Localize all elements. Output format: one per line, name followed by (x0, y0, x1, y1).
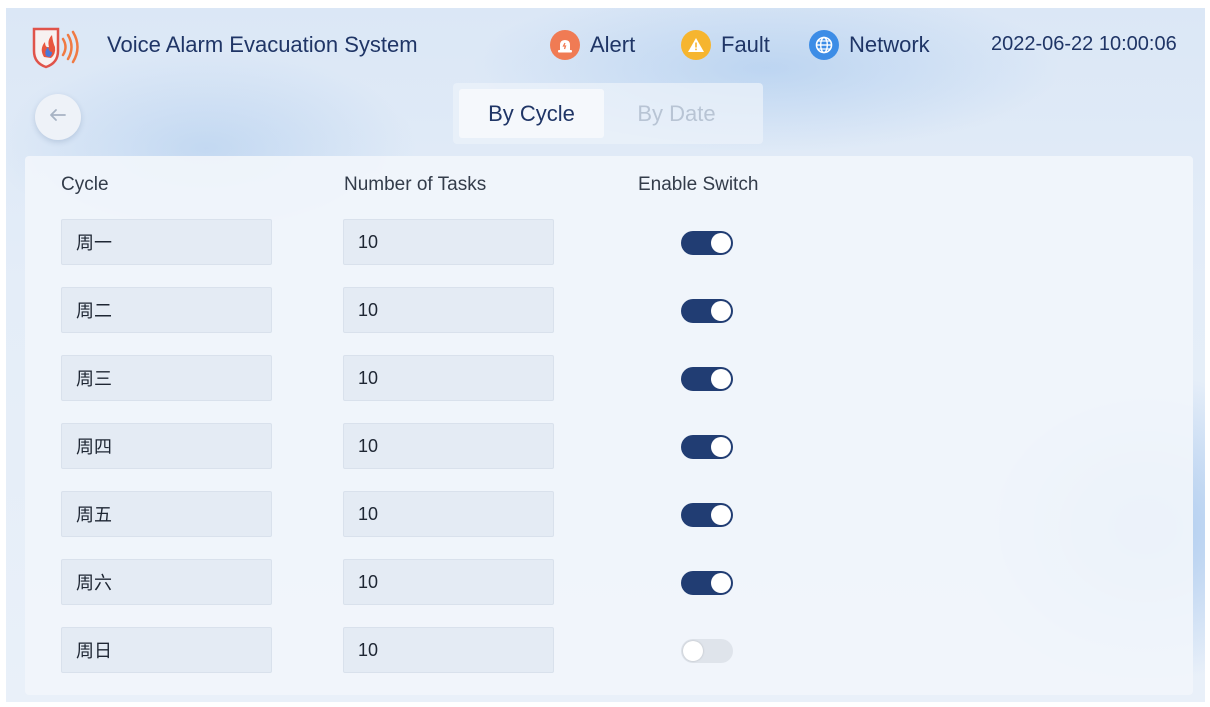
toggle-knob (711, 301, 731, 321)
schedule-table: Cycle Number of Tasks Enable Switch 周一 1… (25, 156, 1193, 695)
table-row: 周六 10 (25, 559, 1193, 605)
tasks-field[interactable]: 10 (343, 287, 554, 333)
table-row: 周四 10 (25, 423, 1193, 469)
tasks-field[interactable]: 10 (343, 219, 554, 265)
header: Voice Alarm Evacuation System Alert Faul… (6, 8, 1205, 88)
table-row: 周三 10 (25, 355, 1193, 401)
table-row: 周二 10 (25, 287, 1193, 333)
toggle-knob (711, 369, 731, 389)
app-title: Voice Alarm Evacuation System (107, 32, 418, 57)
tab-by-date[interactable]: By Date (604, 89, 749, 138)
tasks-field[interactable]: 10 (343, 559, 554, 605)
view-tabs: By Cycle By Date (453, 83, 763, 144)
cycle-field: 周一 (61, 219, 272, 265)
toggle-knob (683, 641, 703, 661)
enable-toggle[interactable] (681, 435, 733, 459)
enable-toggle[interactable] (681, 367, 733, 391)
fault-status[interactable]: Fault (681, 30, 770, 60)
enable-toggle[interactable] (681, 639, 733, 663)
datetime: 2022-06-22 10:00:06 (991, 33, 1177, 55)
cycle-field: 周三 (61, 355, 272, 401)
network-status[interactable]: Network (809, 30, 930, 60)
table-row: 周日 10 (25, 627, 1193, 673)
cycle-field: 周六 (61, 559, 272, 605)
toggle-knob (711, 505, 731, 525)
table-row: 周一 10 (25, 219, 1193, 265)
globe-icon (809, 30, 839, 60)
enable-toggle[interactable] (681, 571, 733, 595)
tasks-field[interactable]: 10 (343, 423, 554, 469)
table-row: 周五 10 (25, 491, 1193, 537)
column-header-cycle: Cycle (61, 174, 109, 195)
warning-icon (681, 30, 711, 60)
arrow-left-icon (49, 108, 67, 127)
back-button[interactable] (35, 94, 81, 140)
column-header-tasks: Number of Tasks (344, 174, 487, 195)
toggle-knob (711, 437, 731, 457)
tab-by-cycle[interactable]: By Cycle (459, 89, 604, 138)
cycle-field: 周二 (61, 287, 272, 333)
cycle-field: 周日 (61, 627, 272, 673)
cycle-field: 周四 (61, 423, 272, 469)
alert-label: Alert (590, 32, 636, 57)
tasks-field[interactable]: 10 (343, 491, 554, 537)
toggle-knob (711, 573, 731, 593)
tasks-field[interactable]: 10 (343, 355, 554, 401)
network-label: Network (849, 32, 930, 57)
fire-speaker-logo-icon (28, 25, 90, 69)
toggle-knob (711, 233, 731, 253)
screen: Voice Alarm Evacuation System Alert Faul… (6, 8, 1205, 702)
tasks-field[interactable]: 10 (343, 627, 554, 673)
column-header-enable: Enable Switch (638, 174, 759, 195)
alert-status[interactable]: Alert (550, 30, 635, 60)
siren-icon (550, 30, 580, 60)
fault-label: Fault (721, 32, 770, 57)
enable-toggle[interactable] (681, 231, 733, 255)
enable-toggle[interactable] (681, 503, 733, 527)
cycle-field: 周五 (61, 491, 272, 537)
enable-toggle[interactable] (681, 299, 733, 323)
